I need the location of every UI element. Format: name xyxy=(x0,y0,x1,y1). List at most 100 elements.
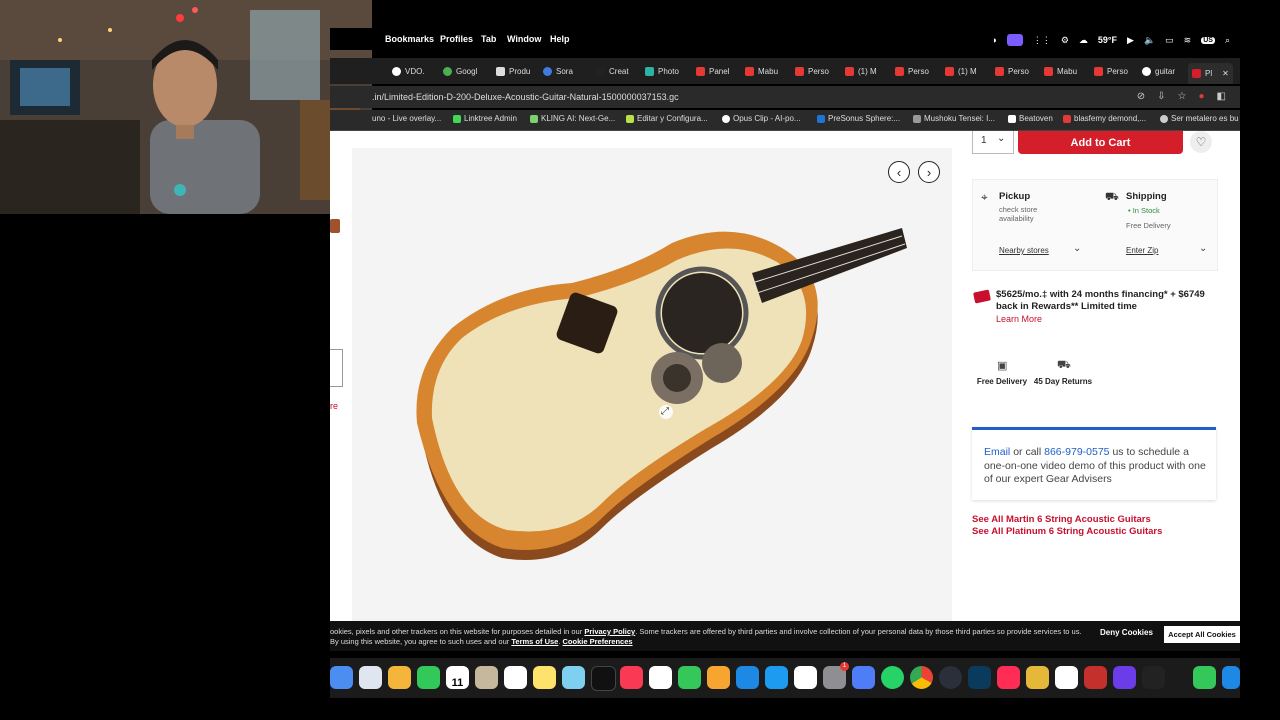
menu-profiles[interactable]: Profiles xyxy=(440,34,473,44)
wifi-icon[interactable]: ≋ xyxy=(1184,35,1192,46)
tab-item[interactable]: (1) M xyxy=(845,63,877,79)
tab-item[interactable]: Perso xyxy=(1094,63,1128,79)
tab-item[interactable]: Photo xyxy=(645,63,679,79)
maps-icon[interactable] xyxy=(359,666,382,689)
search-icon[interactable]: ⌕ xyxy=(1225,35,1230,46)
expand-icon[interactable]: ⤢ xyxy=(661,406,669,417)
pages-icon[interactable] xyxy=(707,666,730,689)
contacts-icon[interactable] xyxy=(475,666,498,689)
app-icon[interactable] xyxy=(1222,666,1240,689)
tab-item[interactable]: Googl xyxy=(443,63,477,79)
app-icon[interactable] xyxy=(1084,666,1107,689)
freeform-icon[interactable] xyxy=(562,666,585,689)
menu-bookmarks[interactable]: Bookmarks xyxy=(385,34,434,44)
learn-more-link[interactable]: Learn More xyxy=(996,314,1042,324)
app-store-icon[interactable] xyxy=(765,666,788,689)
tab-item[interactable]: Perso xyxy=(795,63,829,79)
bookmark-item[interactable]: Mushoku Tensei: I... xyxy=(913,114,995,123)
creative-cloud-icon[interactable]: ◑ xyxy=(991,35,996,45)
extensions-icon[interactable]: ◧ xyxy=(1217,91,1226,102)
tab-item[interactable]: (1) M xyxy=(945,63,977,79)
input-source-badge[interactable]: US xyxy=(1201,36,1215,44)
screen-record-icon[interactable] xyxy=(1006,34,1023,46)
system-settings-icon[interactable]: 1 xyxy=(823,662,849,689)
add-to-cart-button[interactable]: Add to Cart xyxy=(1018,131,1183,154)
volume-icon[interactable]: 🔈 xyxy=(1144,35,1155,46)
bookmark-item[interactable]: Beatoven xyxy=(1008,114,1053,123)
email-link[interactable]: Email xyxy=(984,446,1010,458)
extension-record-icon[interactable]: ● xyxy=(1199,91,1205,102)
address-bar[interactable]: .in/Limited-Edition-D-200-Deluxe-Acousti… xyxy=(330,86,1240,108)
play-icon[interactable]: ▶ xyxy=(1127,35,1134,46)
app-icon[interactable] xyxy=(968,666,991,689)
tab-item[interactable]: VDO. xyxy=(392,63,425,79)
obs-icon[interactable] xyxy=(939,666,962,689)
tab-item[interactable]: guitar xyxy=(1142,63,1175,79)
reminders-icon[interactable] xyxy=(504,666,527,689)
photos-icon[interactable] xyxy=(388,666,411,689)
tab-item[interactable]: Sora xyxy=(543,63,573,79)
grid-icon[interactable]: ⋮⋮ xyxy=(1033,35,1051,46)
terms-of-use-link[interactable]: Terms of Use xyxy=(511,637,558,646)
chevron-down-icon[interactable]: ⌄ xyxy=(1199,243,1207,254)
facetime-icon[interactable] xyxy=(417,666,440,689)
weather-icon[interactable]: ☁ xyxy=(1079,35,1088,46)
tab-item[interactable]: Produ xyxy=(496,63,530,79)
see-all-martin-link[interactable]: See All Martin 6 String Acoustic Guitars xyxy=(972,514,1151,525)
phone-icon[interactable] xyxy=(1193,666,1216,689)
menu-help[interactable]: Help xyxy=(550,34,570,44)
bookmark-item[interactable]: KLING AI: Next-Ge... xyxy=(530,114,615,123)
bookmark-item[interactable]: Editar y Configura... xyxy=(626,114,708,123)
thumbnail-partial[interactable] xyxy=(330,219,340,233)
whatsapp-icon[interactable] xyxy=(881,666,904,689)
cookie-preferences-link[interactable]: Cookie Preferences xyxy=(563,637,633,646)
app-icon[interactable] xyxy=(852,666,875,689)
logic-pro-icon[interactable] xyxy=(1026,666,1049,689)
tab-item[interactable]: Creat xyxy=(596,63,629,79)
notes-icon[interactable] xyxy=(533,666,556,689)
tab-item[interactable]: Panel xyxy=(696,63,729,79)
bookmark-star-icon[interactable]: ☆ xyxy=(1178,91,1187,102)
menu-tab[interactable]: Tab xyxy=(481,34,496,44)
menu-window[interactable]: Window xyxy=(507,34,541,44)
music-icon[interactable] xyxy=(620,666,643,689)
close-tab-icon[interactable]: ✕ xyxy=(1222,69,1229,78)
chatgpt-icon[interactable] xyxy=(1055,666,1078,689)
settings-icon[interactable]: ⚙ xyxy=(1061,35,1069,46)
tab-item[interactable]: Perso xyxy=(995,63,1029,79)
tab-item-active[interactable]: Pl ✕ xyxy=(1188,63,1233,84)
display-icon[interactable]: ▭ xyxy=(1165,35,1174,46)
eye-off-icon[interactable]: ⊘ xyxy=(1137,91,1145,102)
tiktok-icon[interactable] xyxy=(997,666,1020,689)
app-icon[interactable] xyxy=(1113,666,1136,689)
deny-cookies-button[interactable]: Deny Cookies xyxy=(1100,628,1153,637)
tab-item[interactable]: Mabu xyxy=(1044,63,1077,79)
enter-zip-link[interactable]: Enter Zip xyxy=(1126,246,1158,255)
bookmark-item[interactable]: Ser metalero es bu xyxy=(1160,114,1239,123)
keynote-icon[interactable] xyxy=(736,666,759,689)
numbers-icon[interactable] xyxy=(678,666,701,689)
bookmark-item[interactable]: uno - Live overlay... xyxy=(372,114,441,123)
partial-link[interactable]: re xyxy=(330,401,338,411)
calendar-icon[interactable]: 11 xyxy=(446,666,469,689)
accept-cookies-button[interactable]: Accept All Cookies xyxy=(1164,626,1240,643)
news-icon[interactable] xyxy=(649,666,672,689)
tab-item[interactable]: Mabu xyxy=(745,63,778,79)
apple-tv-icon[interactable] xyxy=(591,666,616,691)
quantity-select[interactable]: 1 ⌄ xyxy=(972,131,1014,154)
mail-icon[interactable] xyxy=(330,666,353,689)
nearby-stores-link[interactable]: Nearby stores xyxy=(999,246,1049,255)
bookmark-item[interactable]: Opus Clip - AI-po... xyxy=(722,114,801,123)
privacy-policy-link[interactable]: Privacy Policy xyxy=(584,627,635,636)
wishlist-heart-icon[interactable]: ♡ xyxy=(1190,131,1212,153)
bookmark-item[interactable]: Linktree Admin xyxy=(453,114,517,123)
install-icon[interactable]: ⇩ xyxy=(1157,91,1165,102)
chevron-down-icon[interactable]: ⌄ xyxy=(1073,243,1081,254)
bookmark-item[interactable]: blasfemy demond,... xyxy=(1063,114,1146,123)
see-all-platinum-link[interactable]: See All Platinum 6 String Acoustic Guita… xyxy=(972,526,1162,537)
waveform-app-icon[interactable] xyxy=(1142,666,1165,689)
capcut-icon[interactable] xyxy=(794,666,817,689)
chrome-icon[interactable] xyxy=(910,666,933,689)
url-text[interactable]: .in/Limited-Edition-D-200-Deluxe-Acousti… xyxy=(372,92,679,102)
phone-link[interactable]: 866-979-0575 xyxy=(1044,446,1109,458)
